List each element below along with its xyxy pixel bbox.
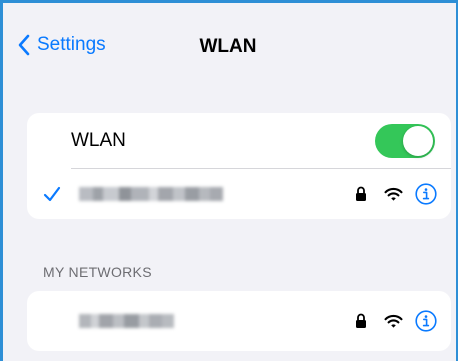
info-icon[interactable]: [415, 310, 437, 332]
wlan-toggle-label: WLAN: [71, 129, 126, 151]
my-networks-card: [27, 291, 451, 351]
my-network-ssid-redacted: [79, 314, 174, 328]
page-title-text: WLAN: [199, 36, 257, 57]
checkmark-icon: [43, 186, 61, 202]
wifi-icon: [384, 187, 403, 201]
my-network-icons: [355, 310, 437, 332]
navigation-bar: Settings WLAN: [3, 3, 456, 83]
lock-icon: [356, 313, 366, 328]
list-item[interactable]: [27, 291, 451, 351]
wlan-toggle-row: WLAN: [27, 113, 451, 168]
my-networks-header: MY NETWORKS: [43, 264, 152, 280]
lock-icon: [356, 186, 366, 201]
wifi-icon: [384, 314, 403, 328]
info-icon[interactable]: [415, 183, 437, 205]
settings-screen: Settings WLAN WLAN MY NETWORKS: [0, 0, 458, 361]
connected-network-row[interactable]: [27, 169, 451, 219]
switch-knob: [403, 126, 433, 156]
page-title: WLAN: [3, 36, 456, 58]
connected-network-icons: [355, 183, 437, 205]
wlan-toggle-switch[interactable]: [375, 124, 435, 158]
wlan-card: WLAN: [27, 113, 451, 219]
connected-network-ssid-redacted: [79, 187, 223, 201]
